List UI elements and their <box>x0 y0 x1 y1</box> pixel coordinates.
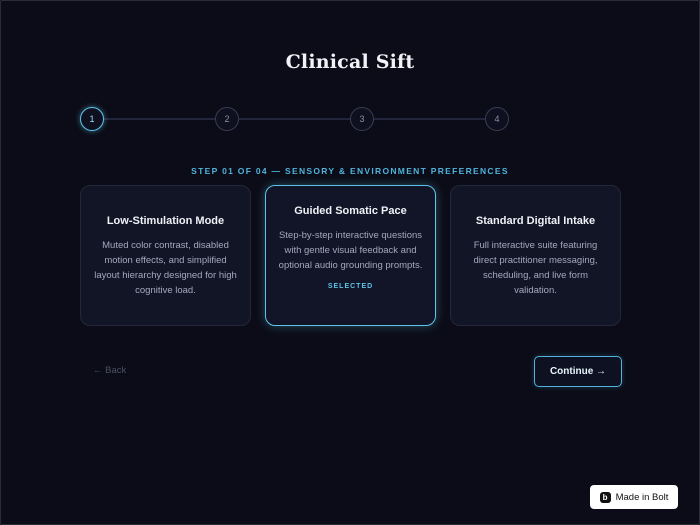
made-in-bolt-badge[interactable]: b Made in Bolt <box>590 485 678 509</box>
page-title: Clinical Sift <box>285 51 415 73</box>
progress-stepper: 1 2 3 4 <box>80 107 510 131</box>
step-4[interactable]: 4 <box>485 107 509 131</box>
step-heading: STEP 01 OF 04 — SENSORY & ENVIRONMENT PR… <box>191 166 509 176</box>
option-card-low-stimulation[interactable]: Low-Stimulation Mode Muted color contras… <box>80 185 251 326</box>
step-2[interactable]: 2 <box>215 107 239 131</box>
card-title: Guided Somatic Pace <box>294 205 407 217</box>
back-button[interactable]: ← Back <box>93 365 126 376</box>
bolt-label: Made in Bolt <box>615 491 669 503</box>
selected-badge: SELECTED <box>327 283 374 290</box>
app-frame: Clinical Sift 1 2 3 4 STEP 01 OF 04 — SE… <box>0 0 700 525</box>
option-card-standard-digital[interactable]: Standard Digital Intake Full interactive… <box>450 185 621 326</box>
card-title: Standard Digital Intake <box>475 215 596 227</box>
card-description: Muted color contrast, disabled motion ef… <box>94 240 237 296</box>
option-card-guided-somatic[interactable]: Guided Somatic Pace Step-by-step interac… <box>265 185 436 326</box>
stepper-track <box>92 118 498 120</box>
card-description: Step-by-step interactive questions with … <box>278 230 423 271</box>
card-title: Low-Stimulation Mode <box>106 215 225 227</box>
step-1[interactable]: 1 <box>80 107 104 131</box>
bolt-logo-icon: b <box>599 491 611 503</box>
step-3[interactable]: 3 <box>350 107 374 131</box>
continue-button[interactable]: Continue → <box>534 356 622 387</box>
card-description: Full interactive suite featuring direct … <box>473 240 598 296</box>
